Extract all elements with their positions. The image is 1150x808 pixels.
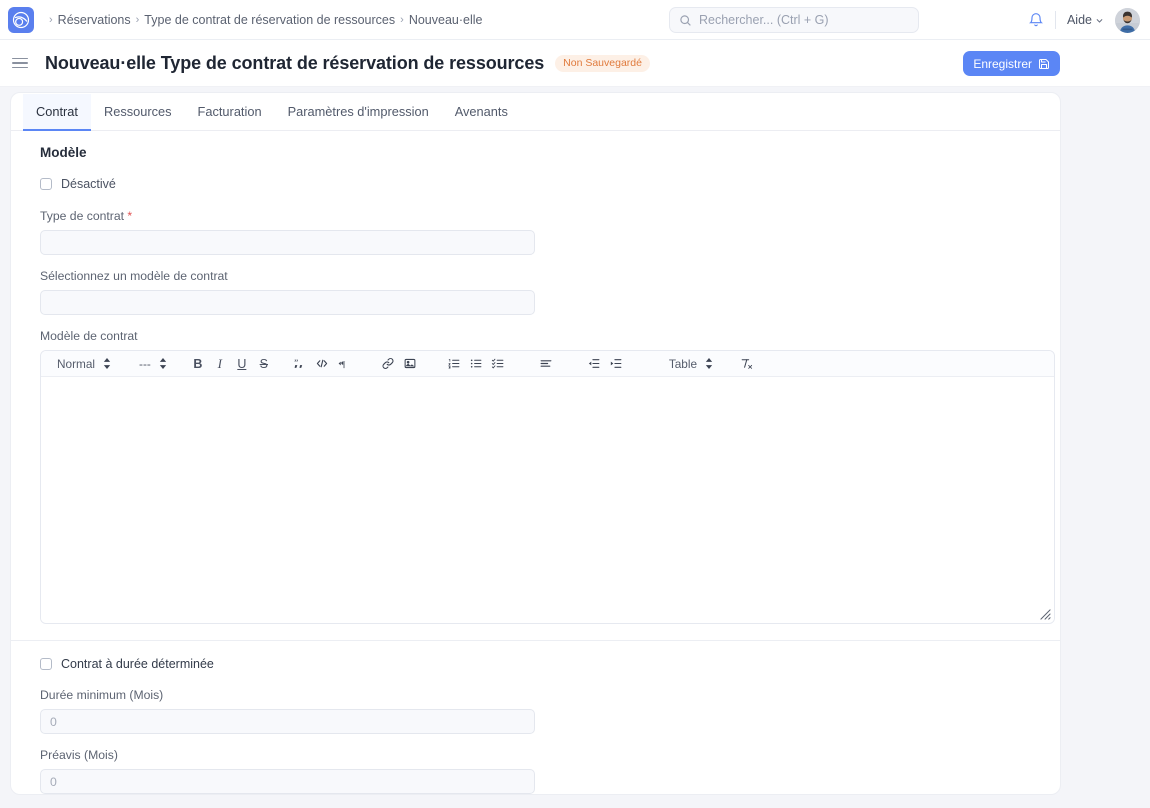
min-duration-label: Durée minimum (Mois)	[40, 688, 1032, 702]
ordered-list-icon[interactable]	[443, 351, 465, 377]
font-select[interactable]: ---	[131, 357, 173, 371]
search-icon	[679, 14, 692, 27]
avatar[interactable]	[1115, 8, 1140, 33]
image-icon[interactable]	[399, 351, 421, 377]
tab-facturation[interactable]: Facturation	[185, 94, 275, 131]
tab-avenants[interactable]: Avenants	[442, 94, 521, 131]
tab-contrat-label: Contrat	[36, 104, 78, 119]
underline-label: U	[237, 357, 246, 371]
content-card: Contrat Ressources Facturation Paramètre…	[10, 92, 1061, 795]
breadcrumb-separator-1: ›	[136, 14, 140, 26]
tab-ressources[interactable]: Ressources	[91, 94, 185, 131]
code-icon[interactable]	[311, 351, 333, 377]
min-duration-input[interactable]	[40, 709, 535, 734]
duration-section: Contrat à durée déterminée Durée minimum…	[11, 641, 1060, 794]
disabled-checkbox[interactable]	[40, 178, 52, 190]
blockquote-icon[interactable]: ”	[289, 351, 311, 377]
breadcrumb-item-new[interactable]: Nouveau·elle	[409, 13, 483, 27]
tab-bar: Contrat Ressources Facturation Paramètre…	[11, 93, 1060, 131]
save-disk-icon	[1038, 58, 1050, 70]
notice-field: Préavis (Mois)	[40, 748, 1032, 794]
table-select[interactable]: Table	[661, 357, 719, 371]
tab-ressources-label: Ressources	[104, 104, 172, 119]
notice-label: Préavis (Mois)	[40, 748, 1032, 762]
breadcrumb-separator-2: ›	[400, 14, 404, 26]
style-select[interactable]: Normal	[49, 357, 117, 371]
save-button[interactable]: Enregistrer	[963, 51, 1060, 76]
contract-type-field: Type de contrat *	[40, 209, 1032, 255]
breadcrumb-separator-0: ›	[49, 14, 53, 26]
required-marker: *	[127, 209, 132, 223]
italic-label: I	[218, 356, 222, 372]
outdent-icon[interactable]	[583, 351, 605, 377]
contract-template-label: Sélectionnez un modèle de contrat	[40, 269, 1032, 283]
page-header: Nouveau·elle Type de contrat de réservat…	[0, 40, 1150, 87]
chevron-updown-icon-3	[705, 358, 713, 369]
bold-button[interactable]: B	[187, 351, 209, 377]
contract-type-input[interactable]	[40, 230, 535, 255]
disabled-checkbox-row[interactable]: Désactivé	[40, 177, 1032, 191]
indent-icon[interactable]	[605, 351, 627, 377]
app-logo-icon[interactable]	[8, 7, 34, 33]
contract-type-label-text: Type de contrat	[40, 209, 124, 223]
rich-text-editor: Normal --- B I U	[40, 350, 1055, 624]
chevron-down-icon	[1095, 16, 1104, 25]
underline-button[interactable]: U	[231, 351, 253, 377]
model-section: Modèle Désactivé Type de contrat * Sélec…	[11, 131, 1060, 624]
global-search[interactable]	[669, 7, 919, 33]
strikethrough-button[interactable]: S	[253, 351, 275, 377]
breadcrumb: › Réservations › Type de contrat de rése…	[49, 13, 482, 27]
contract-template-input[interactable]	[40, 290, 535, 315]
help-menu[interactable]: Aide	[1067, 13, 1104, 27]
chevron-updown-icon-2	[159, 358, 167, 369]
save-button-label: Enregistrer	[973, 57, 1032, 71]
navbar-right-controls: Aide	[1028, 0, 1140, 40]
navbar-divider	[1055, 11, 1056, 29]
bullet-list-icon[interactable]	[465, 351, 487, 377]
svg-text:”: ”	[294, 358, 298, 368]
italic-button[interactable]: I	[209, 351, 231, 377]
contract-type-label: Type de contrat *	[40, 209, 1032, 223]
tab-facturation-label: Facturation	[198, 104, 262, 119]
section-title-modele: Modèle	[40, 145, 1032, 160]
resize-grip-icon[interactable]	[1040, 609, 1051, 620]
help-label: Aide	[1067, 13, 1092, 27]
breadcrumb-item-contract-type[interactable]: Type de contrat de réservation de ressou…	[144, 13, 395, 27]
bold-label: B	[193, 357, 202, 371]
tab-parametres-impression[interactable]: Paramètres d'impression	[275, 94, 442, 131]
tab-avenants-label: Avenants	[455, 104, 508, 119]
contract-template-field: Sélectionnez un modèle de contrat	[40, 269, 1032, 315]
fixed-term-checkbox-row[interactable]: Contrat à durée déterminée	[40, 657, 1032, 671]
link-icon[interactable]	[377, 351, 399, 377]
search-input[interactable]	[699, 13, 909, 27]
status-badge: Non Sauvegardé	[555, 55, 650, 72]
check-list-icon[interactable]	[487, 351, 509, 377]
min-duration-field: Durée minimum (Mois)	[40, 688, 1032, 734]
tab-parametres-impression-label: Paramètres d'impression	[288, 104, 429, 119]
breadcrumb-item-reservations[interactable]: Réservations	[58, 13, 131, 27]
disabled-checkbox-label: Désactivé	[61, 177, 116, 191]
bell-icon[interactable]	[1028, 12, 1044, 28]
table-select-label: Table	[669, 357, 697, 371]
contract-model-editor-field: Modèle de contrat Normal ---	[40, 329, 1032, 624]
editor-toolbar: Normal --- B I U	[41, 351, 1054, 377]
fixed-term-checkbox-label: Contrat à durée déterminée	[61, 657, 214, 671]
clear-formatting-icon[interactable]	[735, 351, 758, 377]
page-title: Nouveau·elle Type de contrat de réservat…	[45, 53, 544, 74]
text-direction-icon[interactable]: ¶	[333, 351, 355, 377]
strikethrough-label: S	[260, 357, 268, 371]
align-left-icon[interactable]	[535, 351, 557, 377]
fixed-term-checkbox[interactable]	[40, 658, 52, 670]
tab-contrat[interactable]: Contrat	[23, 94, 91, 131]
notice-input[interactable]	[40, 769, 535, 794]
style-select-label: Normal	[57, 357, 95, 371]
chevron-updown-icon	[103, 358, 111, 369]
hamburger-menu-icon[interactable]	[12, 58, 28, 69]
top-navbar: › Réservations › Type de contrat de rése…	[0, 0, 1150, 40]
svg-text:¶: ¶	[341, 359, 345, 369]
font-select-label: ---	[139, 357, 151, 371]
contract-model-editor-label: Modèle de contrat	[40, 329, 1032, 343]
editor-content-area[interactable]	[41, 377, 1054, 623]
